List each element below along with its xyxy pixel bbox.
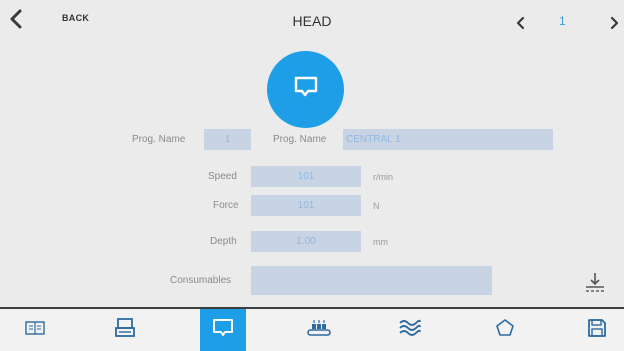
toolbar-button-save[interactable] xyxy=(577,309,617,351)
consumables-label: Consumables xyxy=(170,275,232,286)
book-icon xyxy=(24,319,46,342)
waves-icon xyxy=(398,318,422,343)
depth-label: Depth xyxy=(210,236,237,247)
toolbar-button-scale[interactable] xyxy=(105,309,145,351)
next-page-icon[interactable] xyxy=(609,16,619,30)
prog-name-field[interactable]: CENTRAL 1 xyxy=(343,129,553,150)
prog-number-label: Prog. Name xyxy=(132,134,186,145)
force-unit: N xyxy=(373,201,380,211)
chat-bubble-icon xyxy=(211,317,235,344)
chat-bubble-icon xyxy=(293,75,319,104)
page-title: HEAD xyxy=(292,13,332,29)
toolbar-button-waves[interactable] xyxy=(390,309,430,351)
toolbar-button-book[interactable] xyxy=(15,309,55,351)
download-icon[interactable] xyxy=(583,270,607,294)
screen: BACK HEAD 1 Prog. Name 1 Prog. Name CENT… xyxy=(0,0,624,351)
toolbar-button-conveyor[interactable] xyxy=(297,309,341,351)
save-icon xyxy=(586,317,608,344)
page-number: 1 xyxy=(559,14,566,28)
prog-name-label: Prog. Name xyxy=(273,134,327,145)
force-label: Force xyxy=(213,200,239,211)
toolbar-button-shape[interactable] xyxy=(485,309,525,351)
speed-field[interactable]: 101 xyxy=(251,166,361,187)
speed-unit: r/min xyxy=(373,172,393,182)
toolbar-button-head[interactable] xyxy=(200,309,246,351)
previous-page-icon[interactable] xyxy=(516,16,526,30)
speed-label: Speed xyxy=(208,171,237,182)
consumables-field[interactable] xyxy=(251,266,492,295)
depth-unit: mm xyxy=(373,237,388,247)
depth-field[interactable]: 1.00 xyxy=(251,231,361,252)
mode-indicator xyxy=(267,51,344,128)
conveyor-icon xyxy=(305,318,333,343)
bottom-toolbar xyxy=(0,307,624,351)
pentagon-icon xyxy=(495,318,515,343)
prog-number-field[interactable]: 1 xyxy=(204,129,251,150)
scale-icon xyxy=(113,316,137,345)
force-field[interactable]: 101 xyxy=(251,195,361,216)
